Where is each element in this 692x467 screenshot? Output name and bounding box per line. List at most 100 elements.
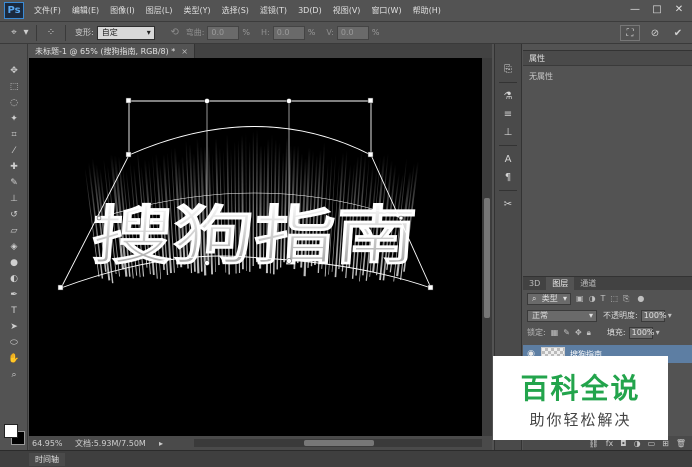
opacity-field[interactable]: 100% [640, 309, 667, 322]
search-icon: ⌕ [532, 293, 537, 303]
blur-tool-icon[interactable]: ● [0, 255, 28, 271]
type-tool-icon[interactable]: T [0, 303, 28, 319]
filter-smart-object-icon[interactable]: ⎘ [623, 294, 629, 304]
foreground-color-swatch[interactable] [4, 424, 18, 438]
bend-field[interactable]: 0.0 [207, 25, 240, 40]
paragraph-panel-icon[interactable]: ¶ [495, 168, 521, 186]
filter-pixel-icon[interactable]: ▣ [576, 294, 584, 303]
vertical-scrollbar[interactable] [482, 58, 492, 436]
clone-source-icon[interactable]: ⊥ [495, 123, 521, 141]
chevron-down-icon[interactable]: ▾ [668, 311, 672, 320]
close-window-button[interactable]: ✕ [668, 0, 690, 18]
v-distortion-field[interactable]: 0.0 [336, 25, 369, 40]
brush-settings-icon[interactable]: ≡ [495, 105, 521, 123]
eraser-tool-icon[interactable]: ▱ [0, 223, 28, 239]
lock-pixels-icon[interactable]: ✎ [563, 328, 570, 337]
menu-filter[interactable]: 滤镜(T) [260, 5, 287, 16]
filter-type-icon[interactable]: T [601, 294, 606, 303]
status-menu-arrow-icon[interactable]: ▸ [159, 439, 163, 448]
transform-tool-icon[interactable]: ⌖ [6, 25, 22, 41]
window-controls: — □ ✕ [624, 0, 690, 18]
character-panel-icon[interactable]: A [495, 150, 521, 168]
brush-tool-icon[interactable]: ✎ [0, 175, 28, 191]
shape-tool-icon[interactable]: ⬭ [0, 335, 28, 351]
layer-filter-select[interactable]: ⌕ 类型 ▾ [527, 292, 571, 305]
magic-wand-tool-icon[interactable]: ✦ [0, 111, 28, 127]
dodge-tool-icon[interactable]: ◐ [0, 271, 28, 287]
properties-tab[interactable]: 属性 [523, 51, 692, 66]
menu-bar: Ps 文件(F) 编辑(E) 图像(I) 图层(L) 类型(Y) 选择(S) 滤… [0, 0, 692, 22]
menu-window[interactable]: 窗口(W) [371, 5, 401, 16]
warp-select[interactable]: 自定 ▾ [96, 25, 155, 40]
chevron-down-icon: ▾ [588, 311, 593, 320]
vertical-scroll-thumb[interactable] [484, 198, 490, 318]
watermark-subtitle: 助你轻松解决 [529, 410, 632, 429]
canvas[interactable]: 搜狗指南 [29, 58, 482, 436]
canvas-artwork: 搜狗指南 [57, 97, 434, 291]
eyedropper-tool-icon[interactable]: ⁄ [0, 143, 28, 159]
filter-adjustment-icon[interactable]: ◑ [589, 294, 596, 303]
fill-field[interactable]: 100% [628, 326, 655, 339]
healing-brush-tool-icon[interactable]: ✚ [0, 159, 28, 175]
tool-presets-icon[interactable]: ✂ [495, 195, 521, 213]
document-tab[interactable]: 未标题-1 @ 65% (搜狗指南, RGB/8) * × [29, 44, 195, 58]
divider [65, 24, 66, 41]
menu-help[interactable]: 帮助(H) [413, 5, 441, 16]
move-tool-icon[interactable]: ✥ [0, 63, 28, 79]
menu-image[interactable]: 图像(I) [110, 5, 135, 16]
timeline-tab[interactable]: 时间轴 [29, 453, 65, 466]
chevron-down-icon: ▾ [146, 28, 151, 37]
menu-view[interactable]: 视图(V) [333, 5, 361, 16]
blend-mode-select[interactable]: 正常 ▾ [527, 309, 597, 322]
history-brush-tool-icon[interactable]: ↺ [0, 207, 28, 223]
lock-position-icon[interactable]: ✥ [575, 328, 582, 337]
chevron-down-icon[interactable]: ▾ [22, 25, 30, 41]
divider [36, 24, 37, 41]
warp-mode-icon[interactable]: ⛶ [620, 25, 640, 41]
blend-row: 正常 ▾ 不透明度: 100% ▾ [523, 307, 692, 324]
document-size-info: 文档:5.93M/7.50M [75, 438, 146, 448]
zoom-level[interactable]: 64.95% [29, 439, 65, 448]
adjustments-panel-icon[interactable]: ⚗ [495, 87, 521, 105]
zoom-tool-icon[interactable]: ⌕ [0, 367, 28, 383]
pen-tool-icon[interactable]: ✒ [0, 287, 28, 303]
menu-type[interactable]: 类型(Y) [183, 5, 210, 16]
cancel-transform-icon[interactable]: ⊘ [645, 25, 665, 41]
lasso-tool-icon[interactable]: ◌ [0, 95, 28, 111]
reference-point-icon[interactable]: ⁘ [43, 25, 59, 41]
commit-transform-icon[interactable]: ✔ [668, 25, 688, 41]
delete-layer-icon[interactable]: 🗑︎ [676, 439, 686, 448]
menu-edit[interactable]: 编辑(E) [72, 5, 99, 16]
filter-toggle-icon[interactable]: ● [637, 294, 644, 303]
lock-transparent-icon[interactable]: ▦ [551, 328, 559, 337]
minimize-button[interactable]: — [624, 0, 646, 18]
crop-tool-icon[interactable]: ⌗ [0, 127, 28, 143]
warp-orientation-icon[interactable]: ⟲ [167, 25, 183, 41]
lock-all-icon[interactable]: 🔒︎ [587, 328, 591, 338]
divider [499, 190, 517, 191]
bend-unit: % [242, 28, 251, 37]
menu-select[interactable]: 选择(S) [222, 5, 249, 16]
hand-tool-icon[interactable]: ✋ [0, 351, 28, 367]
menu-3d[interactable]: 3D(D) [298, 6, 322, 15]
chevron-down-icon[interactable]: ▾ [656, 328, 660, 337]
close-tab-icon[interactable]: × [181, 47, 188, 56]
divider [499, 145, 517, 146]
watermark: 百科全说 助你轻松解决 [493, 356, 668, 440]
h-distortion-field[interactable]: 0.0 [272, 25, 305, 40]
horizontal-scrollbar[interactable] [194, 439, 482, 447]
maximize-button[interactable]: □ [646, 0, 668, 18]
menu-layer[interactable]: 图层(L) [146, 5, 173, 16]
path-selection-tool-icon[interactable]: ➤ [0, 319, 28, 335]
horizontal-scroll-thumb[interactable] [304, 440, 374, 446]
clone-stamp-tool-icon[interactable]: ⊥ [0, 191, 28, 207]
tab-channels[interactable]: 通道 [574, 277, 602, 290]
history-panel-icon[interactable]: ⎘ [495, 60, 521, 78]
paint-bucket-tool-icon[interactable]: ◈ [0, 239, 28, 255]
tab-3d[interactable]: 3D [523, 277, 546, 290]
document-tab-bar: 未标题-1 @ 65% (搜狗指南, RGB/8) * × [29, 44, 492, 58]
menu-file[interactable]: 文件(F) [34, 5, 61, 16]
tab-layers[interactable]: 图层 [546, 277, 575, 290]
filter-shape-icon[interactable]: ⬚ [610, 294, 618, 303]
marquee-tool-icon[interactable]: ⬚ [0, 79, 28, 95]
